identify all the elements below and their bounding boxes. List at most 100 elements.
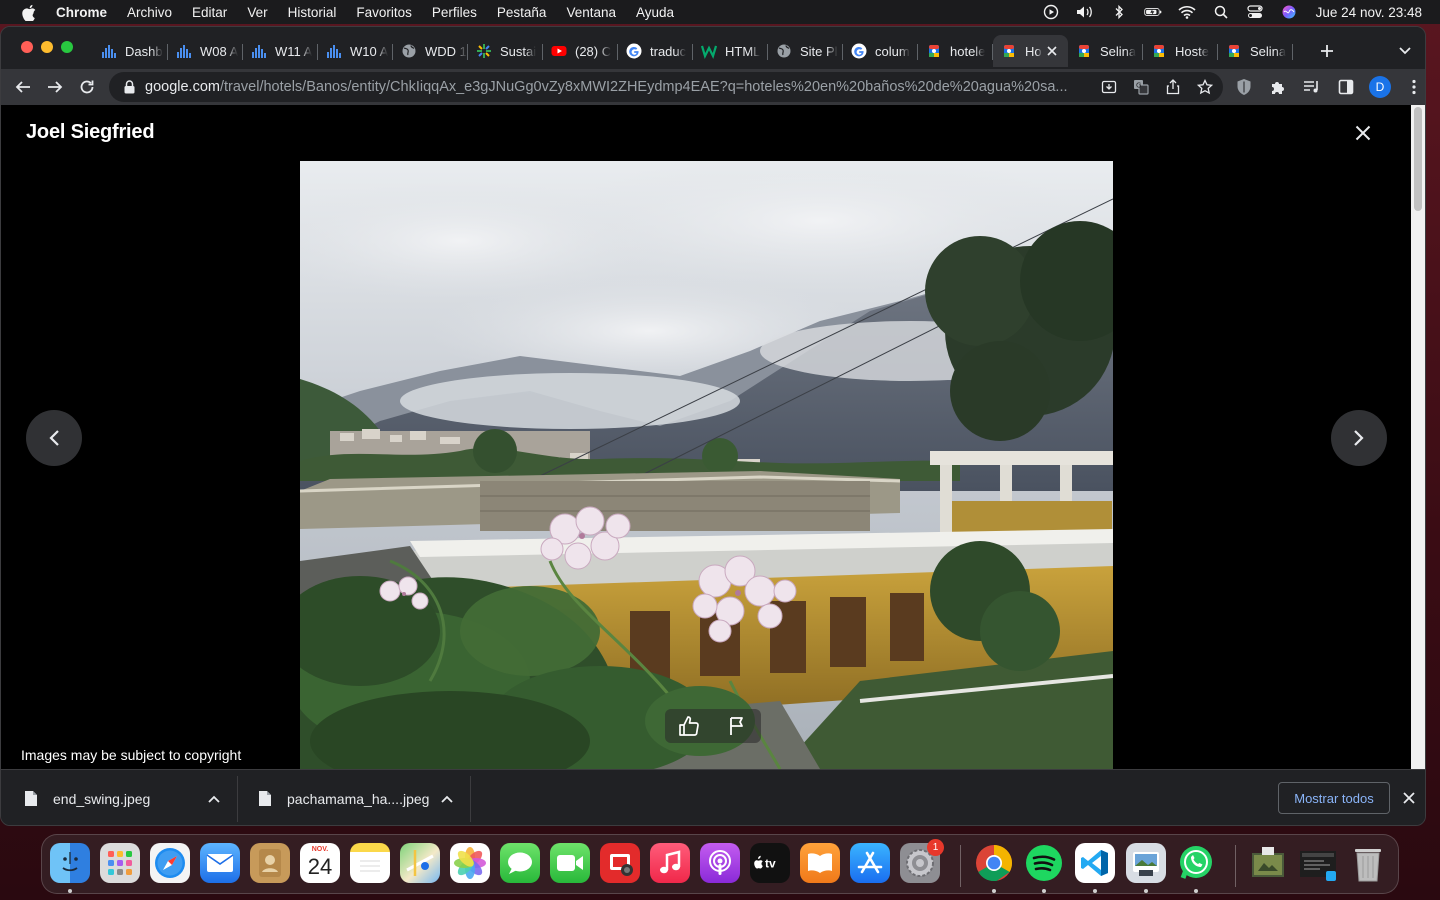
download-filename: end_swing.jpeg [53,790,151,807]
photo-booth-icon[interactable] [600,843,640,883]
menu-ayuda[interactable]: Ayuda [636,5,674,20]
calendar-icon[interactable]: NOV. 24 [300,843,340,883]
close-lightbox-icon[interactable] [1351,121,1375,145]
tab-w11[interactable]: W11 A [243,35,318,67]
tab-selina[interactable]: Selina [1068,35,1143,67]
previous-photo-chevron-icon[interactable] [26,410,82,466]
apple-menu-icon[interactable] [20,3,38,21]
menu-ventana[interactable]: Ventana [566,5,616,20]
tab-search-chevron-icon[interactable] [1393,39,1417,63]
bookmark-star-icon[interactable] [1195,77,1215,97]
menu-archivo[interactable]: Archivo [127,5,172,20]
battery-icon[interactable] [1143,4,1162,20]
report-flag-icon[interactable] [724,713,750,739]
trash-icon[interactable] [1348,843,1388,883]
photos-icon[interactable] [450,843,490,883]
screenshot-stack-icon[interactable] [1298,843,1338,883]
menubar-clock[interactable]: Jue 24 nov. 23:48 [1316,5,1422,20]
side-panel-icon[interactable] [1335,74,1357,100]
download-options-chevron-icon[interactable] [439,791,455,807]
tab-colum[interactable]: colum [843,35,918,67]
bluetooth-icon[interactable] [1110,4,1128,20]
tab-site-pl[interactable]: Site Pl [768,35,843,67]
menu-ver[interactable]: Ver [247,5,267,20]
tab-w10[interactable]: W10 A [318,35,393,67]
lock-icon[interactable] [121,79,137,95]
tab-w08[interactable]: W08 A [168,35,243,67]
menu-pestana[interactable]: Pestaña [497,5,547,20]
menu-app-name[interactable]: Chrome [56,5,107,20]
new-tab-plus-icon[interactable] [1315,39,1339,63]
mail-icon[interactable] [200,843,240,883]
app-store-icon[interactable] [850,843,890,883]
tab-ho-active[interactable]: Ho [993,35,1068,67]
vscode-icon[interactable] [1075,843,1115,883]
launchpad-icon[interactable] [100,843,140,883]
reload-icon[interactable] [73,73,101,101]
siri-icon[interactable] [1280,4,1298,20]
maps-icon[interactable] [400,843,440,883]
show-all-downloads-button[interactable]: Mostrar todos [1278,782,1390,814]
tab-youtube[interactable]: (28) C [543,35,618,67]
media-queue-icon[interactable] [1301,74,1323,100]
notes-icon[interactable] [350,843,390,883]
tab-traduc[interactable]: traduc [618,35,693,67]
volume-icon[interactable] [1076,4,1094,20]
menu-editar[interactable]: Editar [192,5,227,20]
url-text[interactable]: google.com/travel/hotels/Banos/entity/Ch… [145,79,1089,95]
forward-arrow-icon[interactable] [41,73,69,101]
music-icon[interactable] [650,843,690,883]
share-icon[interactable] [1163,77,1183,97]
facetime-icon[interactable] [550,843,590,883]
preview-icon[interactable] [1126,843,1166,883]
download-item[interactable]: end_swing.jpeg [23,770,233,825]
podcasts-icon[interactable] [700,843,740,883]
install-app-icon[interactable] [1099,77,1119,97]
tab-dashb[interactable]: Dashb [93,35,168,67]
wifi-icon[interactable] [1178,4,1196,20]
system-settings-icon[interactable]: 1 [900,839,944,883]
books-icon[interactable] [800,843,840,883]
tab-html[interactable]: HTML [693,35,768,67]
apple-tv-icon[interactable]: tv [750,843,790,883]
profile-avatar[interactable]: D [1369,76,1391,98]
contacts-icon[interactable] [250,843,290,883]
close-tab-icon[interactable] [1044,43,1060,59]
tab-sustai[interactable]: Sustai [468,35,543,67]
zoom-window-button[interactable] [61,41,73,53]
bar-chart-icon [101,43,117,59]
shield-extension-icon[interactable] [1233,74,1255,100]
tab-wdd[interactable]: WDD 1 [393,35,468,67]
download-options-chevron-icon[interactable] [206,791,222,807]
minimize-window-button[interactable] [41,41,53,53]
page-scrollbar[interactable] [1411,105,1425,769]
close-shelf-icon[interactable] [1399,788,1419,808]
menu-historial[interactable]: Historial [288,5,337,20]
address-bar[interactable]: google.com/travel/hotels/Banos/entity/Ch… [109,72,1223,102]
messages-icon[interactable] [500,843,540,883]
spotify-icon[interactable] [1024,843,1064,883]
chrome-menu-icon[interactable] [1403,74,1425,100]
close-window-button[interactable] [21,41,33,53]
translate-icon[interactable]: G [1131,77,1151,97]
safari-icon[interactable] [150,843,190,883]
next-photo-chevron-icon[interactable] [1331,410,1387,466]
menu-favoritos[interactable]: Favoritos [356,5,412,20]
chrome-icon[interactable] [974,843,1014,883]
menu-perfiles[interactable]: Perfiles [432,5,477,20]
finder-icon[interactable] [50,843,90,883]
extensions-puzzle-icon[interactable] [1267,74,1289,100]
tab-hotele[interactable]: hotele [918,35,993,67]
thumbs-up-icon[interactable] [676,713,702,739]
control-center-icon[interactable] [1246,4,1264,20]
tab-selina-2[interactable]: Selina [1218,35,1293,67]
spotlight-search-icon[interactable] [1212,4,1230,20]
downloads-stack-icon[interactable] [1248,843,1288,883]
back-arrow-icon[interactable] [9,73,37,101]
download-item[interactable]: pachamama_ha....jpeg [257,770,467,825]
play-status-icon[interactable] [1042,4,1060,20]
running-indicator [1042,889,1046,893]
tab-hoste[interactable]: Hoste [1143,35,1218,67]
whatsapp-icon[interactable] [1176,843,1216,883]
scrollbar-thumb[interactable] [1414,107,1422,211]
